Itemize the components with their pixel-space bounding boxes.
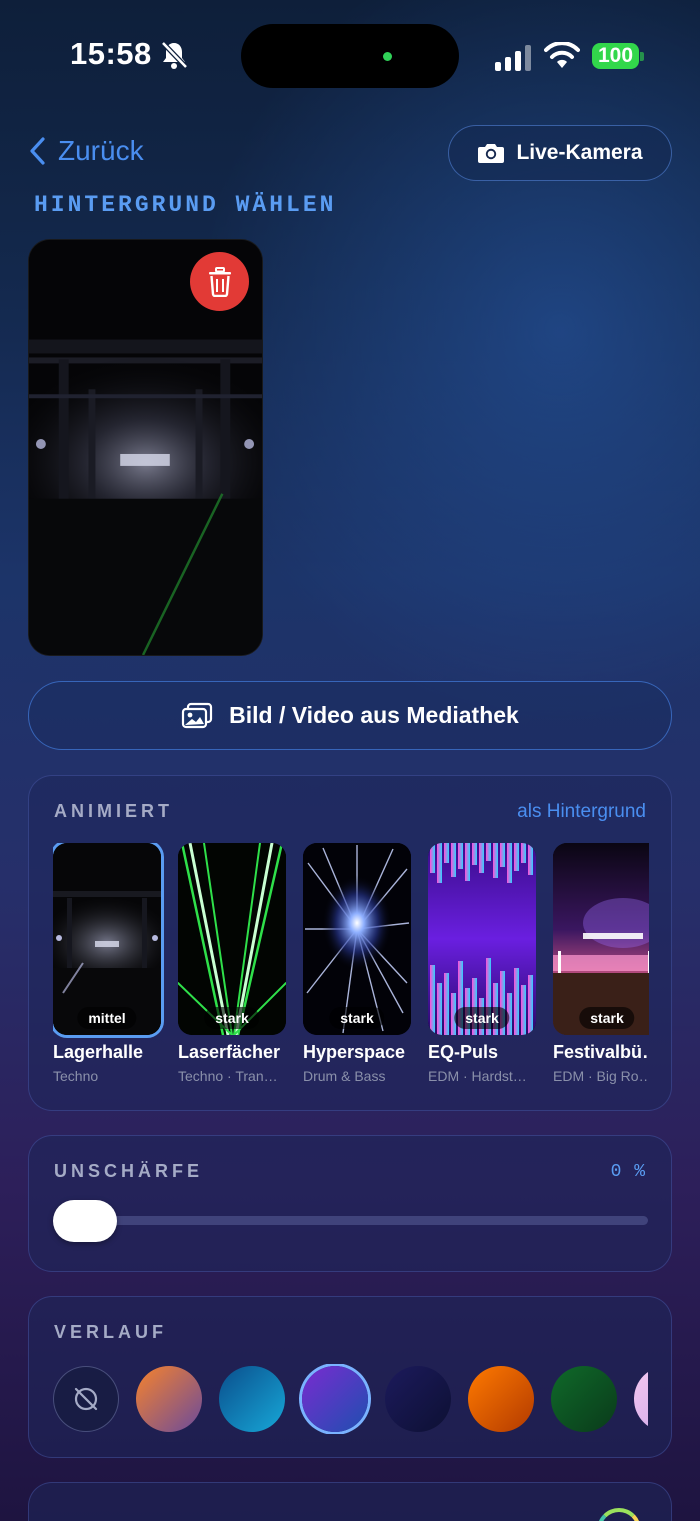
live-camera-label: Live-Kamera xyxy=(516,141,643,164)
blur-title: UNSCHÄRFE xyxy=(54,1161,204,1181)
gradient-none-swatch[interactable] xyxy=(53,1366,119,1432)
gradient-swatch-list[interactable] xyxy=(52,1364,648,1434)
battery-level: 100 xyxy=(592,43,639,69)
gradient-swatch-rose[interactable] xyxy=(634,1366,648,1432)
trash-icon xyxy=(208,266,231,297)
battery-icon: 100 xyxy=(592,43,644,69)
gradient-swatch-sunset[interactable] xyxy=(136,1366,202,1432)
animated-item-hyperspace[interactable]: stark Hyperspace Drum & Bass xyxy=(303,843,411,1084)
thumbnail: stark xyxy=(553,843,649,1035)
blur-value: 0 % xyxy=(610,1162,646,1182)
blur-slider-thumb[interactable] xyxy=(53,1200,117,1242)
no-gradient-icon xyxy=(74,1387,98,1411)
media-library-button[interactable]: Bild / Video aus Mediathek xyxy=(28,681,672,750)
camera-indicator-dot xyxy=(383,52,392,61)
gradient-swatch-ocean[interactable] xyxy=(219,1366,285,1432)
chevron-left-icon xyxy=(30,137,45,165)
animation-genre: Techno xyxy=(53,1068,99,1084)
next-section xyxy=(28,1482,672,1521)
dynamic-island xyxy=(241,24,459,88)
animated-title: ANIMIERT xyxy=(54,801,173,821)
animated-item-eq-puls[interactable]: stark EQ-Puls EDM · Hardst… xyxy=(428,843,536,1084)
bell-slash-icon xyxy=(161,41,188,69)
animation-name: Festivalbü… xyxy=(553,1042,649,1062)
intensity-badge: stark xyxy=(204,1007,260,1029)
live-camera-button[interactable]: Live-Kamera xyxy=(448,125,672,181)
gradient-section: VERLAUF xyxy=(28,1296,672,1458)
delete-background-button[interactable] xyxy=(190,252,249,311)
animation-genre: Techno · Tran… xyxy=(178,1068,278,1084)
animated-thumbnail-list[interactable]: mittel Lagerhalle Techno stark Laserfäch… xyxy=(53,843,649,1093)
signal-icon xyxy=(495,45,531,71)
status-time: 15:58 xyxy=(70,36,152,71)
media-library-label: Bild / Video aus Mediathek xyxy=(229,702,519,728)
blur-section: UNSCHÄRFE 0 % xyxy=(28,1135,672,1272)
blur-slider-track[interactable] xyxy=(54,1216,648,1225)
animation-name: Laserfächer xyxy=(178,1042,281,1062)
thumbnail: mittel xyxy=(53,843,161,1035)
animation-name: Hyperspace xyxy=(303,1042,406,1062)
animation-name: EQ-Puls xyxy=(428,1042,499,1062)
back-button[interactable]: Zurück xyxy=(28,135,144,167)
intensity-badge: stark xyxy=(329,1007,385,1029)
gradient-swatch-fire[interactable] xyxy=(468,1366,534,1432)
thumbnail: stark xyxy=(428,843,536,1035)
animated-item-lagerhalle[interactable]: mittel Lagerhalle Techno xyxy=(53,843,161,1084)
animation-genre: Drum & Bass xyxy=(303,1068,386,1084)
gradient-swatch-violet[interactable] xyxy=(302,1366,368,1432)
intensity-badge: stark xyxy=(454,1007,510,1029)
back-label: Zurück xyxy=(58,135,144,166)
gradient-swatch-midnight[interactable] xyxy=(385,1366,451,1432)
animated-item-laserfaecher[interactable]: stark Laserfächer Techno · Tran… xyxy=(178,843,286,1084)
thumbnail: stark xyxy=(303,843,411,1035)
section-heading: HINTERGRUND WÄHLEN xyxy=(34,192,337,218)
photo-stack-icon xyxy=(182,702,213,728)
intensity-badge: stark xyxy=(579,1007,635,1029)
gradient-swatch-forest[interactable] xyxy=(551,1366,617,1432)
animation-genre: EDM · Hardst… xyxy=(428,1068,527,1084)
wifi-icon xyxy=(544,42,580,68)
intensity-badge: mittel xyxy=(77,1007,137,1029)
animation-name: Lagerhalle xyxy=(53,1042,144,1062)
animated-section: ANIMIERT als Hintergrund mittel Lagerhal… xyxy=(28,775,672,1111)
gradient-title: VERLAUF xyxy=(54,1322,167,1342)
as-background-link[interactable]: als Hintergrund xyxy=(517,801,646,823)
animated-item-festivalbuehne[interactable]: stark Festivalbü… EDM · Big Ro… xyxy=(553,843,649,1084)
animation-genre: EDM · Big Ro… xyxy=(553,1068,649,1084)
camera-icon xyxy=(478,144,505,163)
thumbnail: stark xyxy=(178,843,286,1035)
